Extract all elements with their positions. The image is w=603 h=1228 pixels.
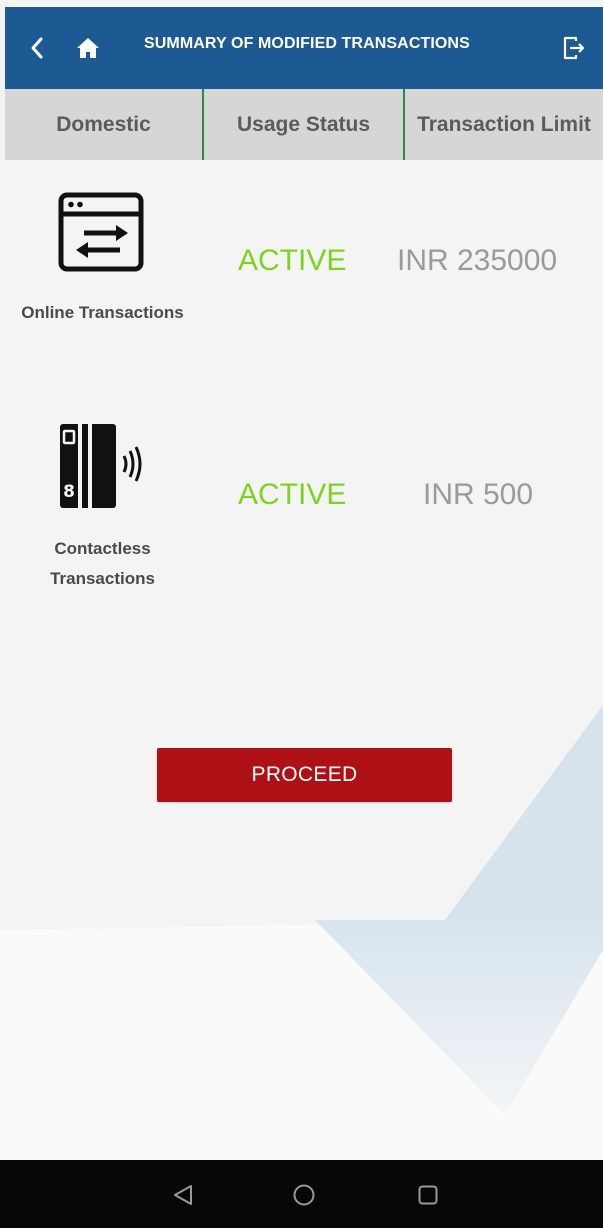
- contactless-transactions-status: ACTIVE: [238, 478, 347, 511]
- tab-transaction-limit[interactable]: Transaction Limit: [403, 89, 603, 160]
- online-transactions-icon-wrap: [57, 192, 145, 272]
- tab-domestic[interactable]: Domestic: [5, 89, 202, 160]
- contactless-card-icon: 8: [60, 424, 142, 508]
- contactless-transactions-label: Contactless Transactions: [10, 534, 195, 594]
- logout-button[interactable]: [557, 31, 591, 65]
- contactless-label-line1: Contactless: [54, 539, 151, 558]
- logout-icon: [563, 36, 585, 60]
- online-transfer-icon: [58, 192, 144, 272]
- home-button[interactable]: [69, 31, 107, 65]
- contactless-transactions-limit: INR 500: [423, 478, 534, 511]
- nav-home-button[interactable]: [289, 1180, 319, 1210]
- contactless-label-line2: Transactions: [50, 569, 155, 588]
- nav-home-icon: [293, 1184, 315, 1206]
- app-screen: SUMMARY OF MODIFIED TRANSACTIONS Domesti…: [0, 0, 603, 1160]
- nav-back-icon: [174, 1185, 192, 1205]
- page-title: SUMMARY OF MODIFIED TRANSACTIONS: [144, 35, 470, 52]
- online-transactions-status: ACTIVE: [238, 244, 347, 277]
- top-app-bar: SUMMARY OF MODIFIED TRANSACTIONS: [5, 7, 603, 89]
- contactless-transactions-icon-wrap: 8: [58, 423, 148, 509]
- tab-usage-status[interactable]: Usage Status: [202, 89, 403, 160]
- nav-back-button[interactable]: [168, 1180, 198, 1210]
- proceed-button[interactable]: PROCEED: [157, 748, 452, 802]
- svg-text:8: 8: [63, 482, 75, 502]
- system-navigation-bar: [0, 1160, 603, 1228]
- chevron-left-icon: [31, 37, 43, 59]
- nav-recents-button[interactable]: [413, 1180, 443, 1210]
- column-header-tabs: Domestic Usage Status Transaction Limit: [5, 89, 603, 160]
- nav-recents-icon: [418, 1185, 438, 1205]
- back-button[interactable]: [19, 31, 55, 65]
- home-icon: [77, 38, 99, 58]
- online-transactions-limit: INR 235000: [397, 244, 558, 277]
- online-transactions-label: Online Transactions: [21, 303, 184, 322]
